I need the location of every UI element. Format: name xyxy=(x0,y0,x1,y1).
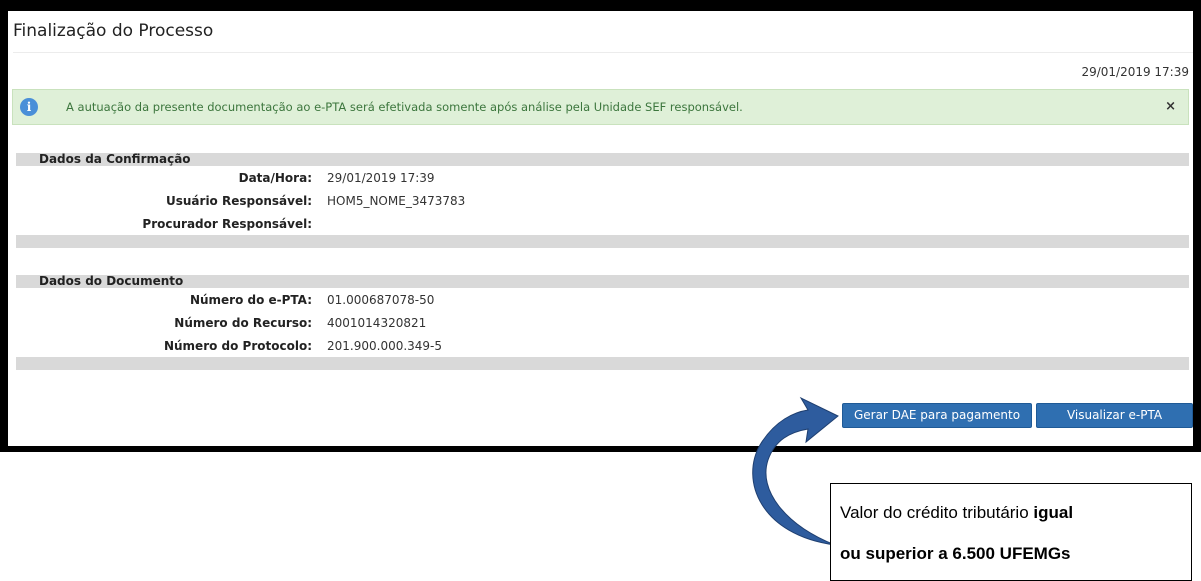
app-window: Finalização do Processo 29/01/2019 17:39… xyxy=(0,0,1201,452)
callout-bold-text: igual xyxy=(1033,503,1074,522)
info-alert: i A autuação da presente documentação ao… xyxy=(12,89,1189,125)
documento-section: Dados do Documento Número do e-PTA: 01.0… xyxy=(16,275,1189,370)
table-row: Número do Recurso: 4001014320821 xyxy=(16,311,1189,334)
table-row: Número do Protocolo: 201.900.000.349-5 xyxy=(16,334,1189,357)
alert-message: A autuação da presente documentação ao e… xyxy=(66,100,743,114)
section-header: Dados da Confirmação xyxy=(16,153,1189,166)
field-label: Usuário Responsável: xyxy=(166,194,312,208)
table-row: Data/Hora: 29/01/2019 17:39 xyxy=(16,166,1189,189)
info-icon: i xyxy=(20,98,38,116)
field-label: Procurador Responsável: xyxy=(142,217,312,231)
close-icon[interactable]: × xyxy=(1165,99,1176,114)
callout-text: Valor do crédito tributário xyxy=(840,503,1034,522)
field-value: 01.000687078-50 xyxy=(327,293,435,307)
field-value: 29/01/2019 17:39 xyxy=(327,171,435,185)
field-label: Número do e-PTA: xyxy=(189,293,312,307)
page-title: Finalização do Processo xyxy=(13,21,214,41)
gerar-dae-button[interactable]: Gerar DAE para pagamento xyxy=(842,403,1032,428)
section-footer xyxy=(16,357,1189,370)
field-value: 4001014320821 xyxy=(327,316,427,330)
callout-bold-text: ou superior a 6.500 UFEMGs xyxy=(840,544,1071,563)
title-divider xyxy=(13,52,1193,53)
section-footer xyxy=(16,235,1189,248)
table-row: Número do e-PTA: 01.000687078-50 xyxy=(16,288,1189,311)
section-header: Dados do Documento xyxy=(16,275,1189,288)
confirmacao-section: Dados da Confirmação Data/Hora: 29/01/20… xyxy=(16,153,1189,248)
field-label: Número do Recurso: xyxy=(174,316,312,330)
field-label: Data/Hora: xyxy=(238,171,312,185)
timestamp: 29/01/2019 17:39 xyxy=(1081,65,1189,79)
visualizar-epta-button[interactable]: Visualizar e-PTA xyxy=(1036,403,1193,428)
field-value: 201.900.000.349-5 xyxy=(327,339,443,353)
field-label: Número do Protocolo: xyxy=(163,339,312,353)
table-row: Procurador Responsável: xyxy=(16,212,1189,235)
table-row: Usuário Responsável: HOM5_NOME_3473783 xyxy=(16,189,1189,212)
field-value: HOM5_NOME_3473783 xyxy=(327,194,466,208)
annotation-callout: Valor do crédito tributário igual ou sup… xyxy=(830,483,1192,581)
